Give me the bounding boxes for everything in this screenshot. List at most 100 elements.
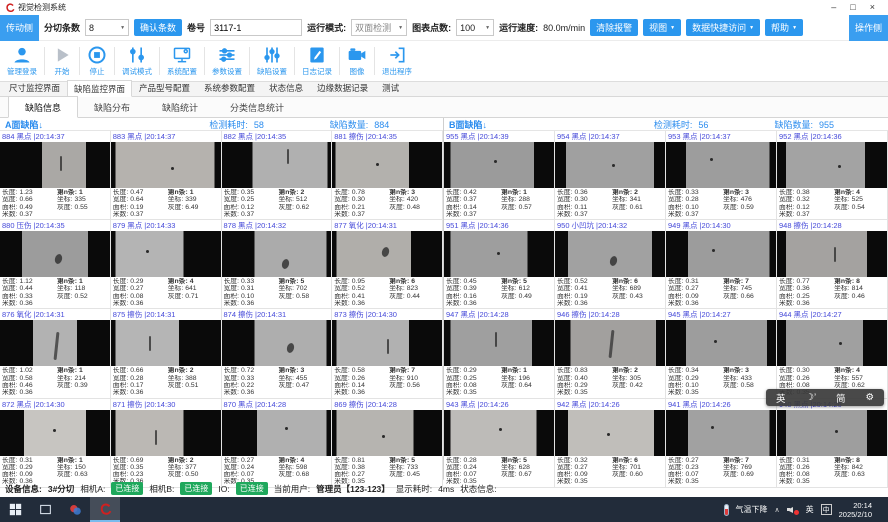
ime-english-toggle[interactable]: 英 <box>776 391 786 405</box>
defect-cell[interactable]: 943黑点|20:14:26长度:0.28宽度:0.24面积:0.07米数:0.… <box>444 399 555 488</box>
defect-cell[interactable]: 883黑点|20:14:37长度:0.47宽度:0.64面积:0.19米数:0.… <box>111 131 222 220</box>
drive-side-button[interactable]: 传动侧 <box>0 15 39 41</box>
defect-width-value: 0.38 <box>352 464 365 471</box>
operator-side-button[interactable]: 操作侧 <box>849 15 888 41</box>
action-monitor[interactable]: 系统配置 <box>162 45 202 77</box>
defect-cell[interactable]: 870黑点|20:14:28长度:0.27宽度:0.24面积:0.07米数:0.… <box>222 399 333 488</box>
defect-gray: 灰度:0.42 <box>612 382 663 389</box>
defect-cell[interactable]: 872黑点|20:14:30长度:0.31宽度:0.29面积:0.09米数:0.… <box>0 399 111 488</box>
main-tab-0[interactable]: 尺寸监控界面 <box>2 79 67 96</box>
defect-cell[interactable]: 880压伤|20:14:35长度:1.12宽度:0.44面积:0.33米数:0.… <box>0 220 111 309</box>
tray-expand-icon[interactable]: ∧ <box>775 506 780 514</box>
defect-cell[interactable]: 875擦伤|20:14:31长度:0.66宽度:0.28面积:0.17米数:0.… <box>111 309 222 398</box>
defect-cell[interactable]: 879黑点|20:14:33长度:0.29宽度:0.27面积:0.08米数:0.… <box>111 220 222 309</box>
clear-alarm-button[interactable]: 清除报警 <box>590 19 638 36</box>
taskbar-active-app-icon[interactable] <box>90 497 120 522</box>
run-mode-select[interactable]: 双面检测▼ <box>351 19 407 36</box>
defect-cell[interactable]: 944黑点|20:14:27长度:0.30宽度:0.26面积:0.08米数:0.… <box>777 309 888 398</box>
defect-cell[interactable]: 884黑点|20:14:37长度:1.23宽度:0.66面积:0.49米数:0.… <box>0 131 111 220</box>
defect-cell[interactable]: 869擦伤|20:14:28长度:0.81宽度:0.38面积:0.27米数:0.… <box>332 399 443 488</box>
defect-area-value: 0.10 <box>241 293 254 300</box>
defect-cell[interactable]: 881擦伤|20:14:35长度:0.78宽度:0.30面积:0.21米数:0.… <box>332 131 443 220</box>
action-play[interactable]: 开始 <box>47 45 77 77</box>
maximize-icon[interactable]: □ <box>850 3 855 12</box>
view-menu-button[interactable]: 视图▼ <box>643 19 681 36</box>
help-menu-button[interactable]: 帮助▼ <box>765 19 803 36</box>
defect-cell[interactable]: 942黑点|20:14:26长度:0.32宽度:0.27面积:0.09米数:0.… <box>555 399 666 488</box>
action-user[interactable]: 管理登录 <box>2 45 42 77</box>
main-tab-6[interactable]: 测试 <box>375 79 406 96</box>
action-defect-sliders[interactable]: 缺陷设置 <box>252 45 292 77</box>
defect-cell[interactable]: 954黑点|20:14:37长度:0.36宽度:0.30面积:0.11米数:0.… <box>555 131 666 220</box>
roll-number-input[interactable] <box>210 19 302 36</box>
defect-type: 黑点 <box>794 309 809 320</box>
minimize-icon[interactable]: – <box>831 3 836 12</box>
defect-cell[interactable]: 940黑点|20:14:26长度:0.31宽度:0.26面积:0.08米数:0.… <box>777 399 888 488</box>
close-icon[interactable]: × <box>870 3 875 12</box>
ime-settings-gear-icon[interactable]: ⚙ <box>865 392 874 403</box>
main-tab-1[interactable]: 缺陷监控界面 <box>67 80 132 97</box>
volume-icon[interactable] <box>787 505 799 515</box>
defect-stats-left: 长度:0.34宽度:0.29面积:0.10米数:0.35 <box>668 367 723 396</box>
defect-cell[interactable]: 946擦伤|20:14:28长度:0.83宽度:0.40面积:0.29米数:0.… <box>555 309 666 398</box>
weather-thermometer-icon[interactable] <box>724 504 729 516</box>
action-params-sliders[interactable]: 参数设置 <box>207 45 247 77</box>
defect-cell[interactable]: 951黑点|20:14:36长度:0.45宽度:0.39面积:0.16米数:0.… <box>444 220 555 309</box>
sub-tab-3[interactable]: 分类信息统计 <box>214 97 300 117</box>
start-button[interactable] <box>0 497 30 522</box>
defect-cell[interactable]: 950小凹坑|20:14:32长度:0.52宽度:0.41面积:0.19米数:0… <box>555 220 666 309</box>
action-camera[interactable]: 图像 <box>342 45 372 77</box>
defect-cell[interactable]: 882黑点|20:14:35长度:0.35宽度:0.25面积:0.12米数:0.… <box>222 131 333 220</box>
confirm-count-button[interactable]: 确认条数 <box>134 19 182 36</box>
main-tab-3[interactable]: 系统参数配置 <box>197 79 262 96</box>
data-quick-access-button[interactable]: 数据快捷访问▼ <box>686 19 760 36</box>
ime-moon-icon[interactable]: ☽’ <box>805 392 816 403</box>
defect-cell[interactable]: 878黑点|20:14:32长度:0.33宽度:0.31面积:0.10米数:0.… <box>222 220 333 309</box>
chart-points-select[interactable]: 100▼ <box>456 19 494 36</box>
slit-count-select[interactable]: 8▼ <box>85 19 129 36</box>
defect-cell[interactable]: 947黑点|20:14:28长度:0.29宽度:0.25面积:0.08米数:0.… <box>444 309 555 398</box>
defect-meter: 米数:0.36 <box>113 389 168 396</box>
defect-cell-header: 883黑点|20:14:37 <box>111 131 221 142</box>
defect-cell[interactable]: 945黑点|20:14:27长度:0.34宽度:0.29面积:0.10米数:0.… <box>666 309 777 398</box>
action-log[interactable]: 日志记录 <box>297 45 337 77</box>
action-stop[interactable]: 停止 <box>82 45 112 77</box>
defect-id: 954 <box>557 132 570 141</box>
taskbar-app-icon[interactable] <box>60 497 90 522</box>
action-exit[interactable]: 退出程序 <box>377 45 417 77</box>
sub-tab-2[interactable]: 缺陷统计 <box>146 97 214 117</box>
defect-cell[interactable]: 948擦伤|20:14:28长度:0.77宽度:0.36面积:0.25米数:0.… <box>777 220 888 309</box>
defect-area-label: 面积: <box>557 382 572 389</box>
defect-stats-left: 长度:0.27宽度:0.23面积:0.07米数:0.35 <box>668 457 723 486</box>
weather-text[interactable]: 气温下降 <box>736 504 768 515</box>
defect-cell[interactable]: 877氧化|20:14:31长度:0.95宽度:0.52面积:0.41米数:0.… <box>332 220 443 309</box>
defect-area-value: 0.10 <box>685 204 698 211</box>
main-tab-2[interactable]: 产品型号配置 <box>132 79 197 96</box>
defect-cell[interactable]: 873擦伤|20:14:30长度:0.58宽度:0.26面积:0.14米数:0.… <box>332 309 443 398</box>
defect-cell[interactable]: 949黑点|20:14:30长度:0.31宽度:0.27面积:0.09米数:0.… <box>666 220 777 309</box>
sub-tab-0[interactable]: 缺陷信息 <box>8 96 78 118</box>
ime-simplified-toggle[interactable]: 简 <box>836 391 846 405</box>
defect-gray-value: 0.63 <box>74 471 87 478</box>
defect-width-value: 0.24 <box>463 464 476 471</box>
defect-cell[interactable]: 941黑点|20:14:26长度:0.27宽度:0.23面积:0.07米数:0.… <box>666 399 777 488</box>
defect-cell[interactable]: 876氧化|20:14:31长度:1.02宽度:0.58面积:0.46米数:0.… <box>0 309 111 398</box>
main-tab-5[interactable]: 边缘数据记录 <box>310 79 375 96</box>
defect-stats: 长度:0.72宽度:0.33面积:0.22米数:0.36第n条:3坐标:455灰… <box>222 366 332 397</box>
main-tab-4[interactable]: 状态信息 <box>262 79 310 96</box>
language-indicator[interactable]: 英 <box>806 504 814 515</box>
defect-cell[interactable]: 871擦伤|20:14:30长度:0.69宽度:0.35面积:0.23米数:0.… <box>111 399 222 488</box>
defect-cell[interactable]: 952黑点|20:14:36长度:0.38宽度:0.32面积:0.12米数:0.… <box>777 131 888 220</box>
defect-cell[interactable]: 874擦伤|20:14:31长度:0.72宽度:0.33面积:0.22米数:0.… <box>222 309 333 398</box>
defect-cell[interactable]: 955黑点|20:14:39长度:0.42宽度:0.37面积:0.14米数:0.… <box>444 131 555 220</box>
sub-tab-1[interactable]: 缺陷分布 <box>78 97 146 117</box>
ime-icon[interactable]: 中 <box>821 504 832 515</box>
taskbar-clock[interactable]: 20:14 2025/2/10 <box>839 501 872 519</box>
stop-icon <box>87 45 107 65</box>
task-view-button[interactable] <box>30 497 60 522</box>
defect-stats: 长度:1.02宽度:0.58面积:0.46米数:0.36第n条:1坐标:214灰… <box>0 366 110 397</box>
io-status-badge: 已连接 <box>236 482 268 495</box>
defect-area: 面积:0.14 <box>446 204 501 211</box>
defect-cell[interactable]: 953黑点|20:14:37长度:0.33宽度:0.28面积:0.10米数:0.… <box>666 131 777 220</box>
action-debug-sliders[interactable]: 调试模式 <box>117 45 157 77</box>
